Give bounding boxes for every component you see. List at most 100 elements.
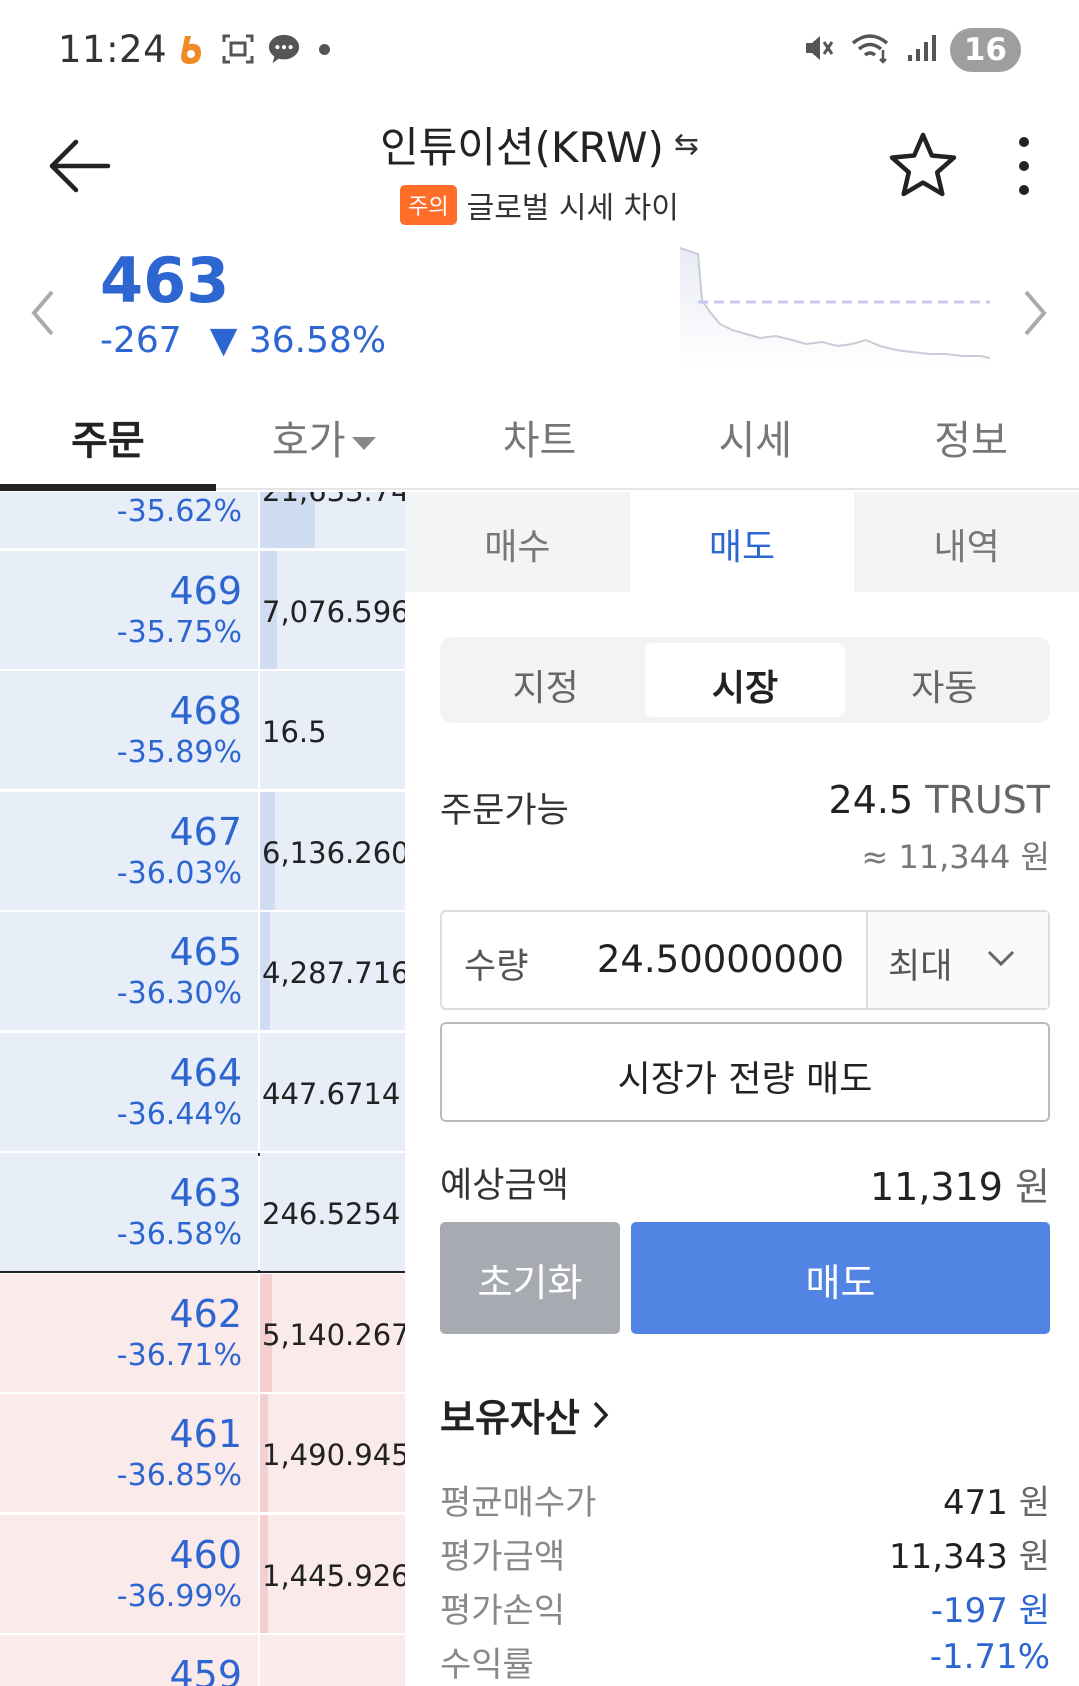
main-tabs: 주문 호가 차트 시세 정보 (0, 378, 1079, 491)
orderbook-row-current[interactable]: 463 -36.58% 246.5254 (0, 1153, 405, 1273)
orderbook-volume: 5,140.267 (262, 1317, 405, 1352)
market-title[interactable]: 인튜이션(KRW) ⇆ (380, 114, 699, 175)
orderbook-change-percent: -36.03% (116, 855, 242, 891)
orderbook-price-cell[interactable]: 459 (0, 1635, 258, 1686)
available-label: 주문가능 (440, 791, 569, 831)
app-notification-icon (175, 32, 209, 66)
orderbook-change-percent: -35.89% (116, 735, 242, 770)
orderbook-price: 461 (169, 1412, 242, 1456)
holding-key: 평균매수가 (440, 1483, 597, 1523)
chevron-right-icon (1024, 290, 1047, 336)
more-menu-button[interactable] (1010, 134, 1038, 198)
orderbook-price-cell[interactable]: 467 -36.03% (0, 791, 258, 910)
order-type-market[interactable]: 시장 (645, 643, 845, 717)
available-amount: 24.5 TRUST (829, 778, 1050, 822)
order-type-auto[interactable]: 자동 (845, 643, 1044, 717)
orderbook-price-cell[interactable]: 460 -36.99% (0, 1514, 258, 1633)
quantity-max-label: 최대 (888, 947, 953, 987)
holding-value: 471 원 (943, 1475, 1050, 1524)
orderbook-volume: 6,136.2605 (262, 835, 405, 870)
orderbook-row[interactable]: 461-36.85%1,490.9456 (0, 1394, 405, 1514)
orderbook-row[interactable]: 460-36.99%1,445.9262 (0, 1514, 405, 1635)
orderbook-price: 469 (169, 568, 242, 613)
orderbook-price: 465 (169, 930, 242, 974)
available-amount-value: 24.5 (828, 778, 914, 822)
orderbook-volume: 7,076.5967 (262, 594, 405, 629)
more-notifications-dot (319, 43, 330, 55)
prev-market-button[interactable] (28, 288, 58, 338)
orderbook-row[interactable]: 459 (0, 1635, 405, 1686)
next-market-button[interactable] (1020, 288, 1050, 338)
current-price: 463 (100, 244, 230, 317)
more-vertical-icon (1019, 137, 1029, 195)
available-amount-unit: TRUST (925, 778, 1050, 822)
quantity-label: 수량 (464, 947, 529, 987)
favorite-button[interactable] (888, 130, 958, 200)
holding-unit: 원 (1007, 1483, 1050, 1523)
holding-unit: 원 (1007, 1537, 1050, 1577)
estimate-unit: 원 (1015, 1165, 1050, 1209)
reset-button[interactable]: 초기화 (440, 1222, 620, 1334)
holding-amount: 471 (943, 1483, 1008, 1523)
orderbook-price-cell[interactable]: 469 -35.75% (0, 550, 258, 669)
holding-unit: 원 (1007, 1591, 1050, 1631)
orderbook-price: 459 (169, 1653, 242, 1686)
tab-info[interactable]: 정보 (863, 378, 1079, 488)
warning-badge: 주의 (400, 185, 457, 225)
battery-indicator: 16 (949, 28, 1021, 72)
holding-key: 평가손익 (440, 1591, 566, 1631)
tab-orderbook[interactable]: 호가 (216, 378, 432, 488)
orderbook-change-percent: -35.75% (116, 614, 242, 650)
orderbook-change-percent: -36.44% (116, 1096, 242, 1132)
quantity-input[interactable]: 24.50000000 (592, 912, 868, 1008)
holding-key: 수익률 (440, 1645, 534, 1685)
orderbook-volume-cell: 1,445.9262 (260, 1514, 405, 1633)
orderbook-change-percent: -36.71% (116, 1337, 242, 1373)
sell-button[interactable]: 매도 (631, 1222, 1050, 1334)
orderbook-volume-cell: 1,490.9456 (260, 1394, 405, 1512)
holding-row: 수익률 -1.71% (440, 1637, 1050, 1686)
orderbook-price-cell[interactable]: 461 -36.85% (0, 1394, 258, 1512)
orderbook-price-cell[interactable]: 470-35.62% (0, 492, 258, 548)
orderbook-change-percent: -36.30% (116, 976, 242, 1011)
tab-sell[interactable]: 매도 (629, 492, 855, 592)
orderbook-row[interactable]: 465-36.30%4,287.7167 (0, 912, 405, 1032)
orderbook-price: 468 (169, 689, 242, 733)
warning-text: 글로벌 시세 차이 (466, 191, 679, 226)
orderbook-change-percent: -35.62% (116, 494, 242, 529)
orderbook-price-cell[interactable]: 462 -36.71% (0, 1273, 258, 1392)
orderbook-price: 462 (169, 1291, 242, 1336)
orderbook-price-cell[interactable]: 464 -36.44% (0, 1032, 258, 1151)
orderbook-row[interactable]: 469-35.75%7,076.5967 (0, 550, 405, 671)
orderbook-volume-cell (260, 1635, 405, 1686)
orderbook-price-cell[interactable]: 463 -36.58% (0, 1153, 258, 1271)
orderbook-price: 460 (169, 1532, 242, 1577)
order-type-limit[interactable]: 지정 (446, 643, 645, 717)
tab-buy[interactable]: 매수 (405, 492, 630, 592)
chevron-right-icon (593, 1401, 609, 1428)
change-amount: -267 (100, 320, 182, 361)
tab-history[interactable]: 내역 (854, 492, 1079, 592)
quantity-field: 수량 24.50000000 최대 (440, 910, 1050, 1010)
orderbook-row[interactable]: 462 -36.71% 5,140.267 (0, 1273, 405, 1394)
mini-price-chart (680, 247, 991, 370)
tab-market-price[interactable]: 시세 (647, 378, 863, 488)
quantity-max-dropdown[interactable]: 최대 (868, 912, 1048, 1008)
orderbook-row[interactable]: 470-35.62%21,633.7459 (0, 492, 405, 550)
wifi-icon (850, 32, 892, 68)
price-summary: 463 -267 ▼ 36.58% (0, 230, 1079, 375)
holdings-link[interactable]: 보유자산 (440, 1387, 612, 1442)
holding-row: 평가금액 11,343 원 (440, 1529, 1050, 1581)
orderbook-row[interactable]: 468 -35.89% 16.5 (0, 671, 405, 791)
tab-order[interactable]: 주문 (0, 378, 216, 491)
orderbook-price-cell[interactable]: 465 -36.30% (0, 912, 258, 1030)
tab-orderbook-label: 호가 (271, 418, 346, 464)
orderbook-row[interactable]: 467-36.03%6,136.2605 (0, 791, 405, 912)
orderbook-row[interactable]: 464 -36.44% 447.6714 (0, 1032, 405, 1153)
change-percent: ▼ 36.58% (209, 320, 387, 361)
tab-chart[interactable]: 차트 (432, 378, 648, 488)
orderbook-price-cell[interactable]: 468 -35.89% (0, 671, 258, 789)
market-full-sell-button[interactable]: 시장가 전량 매도 (440, 1022, 1050, 1122)
orderbook-volume-cell: 4,287.7167 (260, 912, 405, 1030)
notification-icons (175, 32, 330, 66)
